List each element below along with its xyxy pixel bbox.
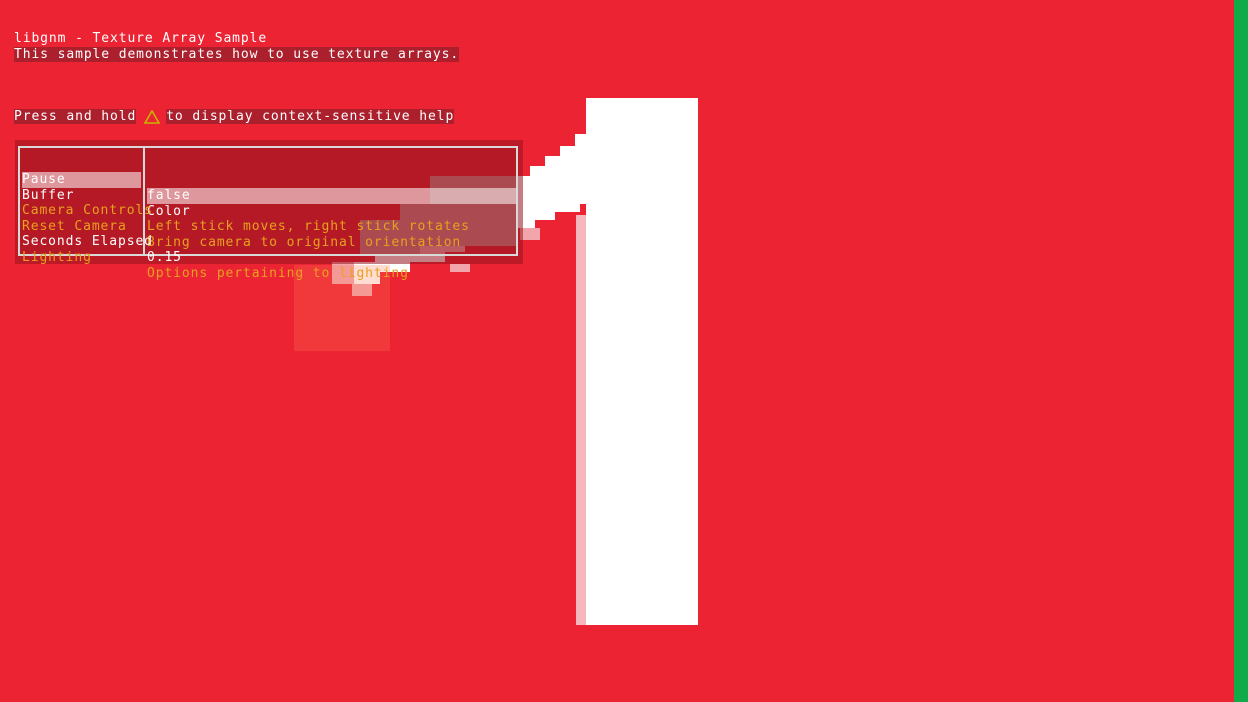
- menu-value: 0.15: [147, 250, 182, 265]
- triangle-icon: [144, 109, 161, 124]
- side-strip: [1234, 0, 1248, 702]
- help-hint: Press and hold to display context-sensit…: [14, 109, 455, 124]
- menu-row-pause[interactable]: Pause false: [22, 156, 516, 204]
- app-title-text: libgnm - Texture Array Sample: [14, 31, 268, 46]
- app-title: libgnm - Texture Array Sample: [14, 31, 267, 46]
- menu-row-reset-camera[interactable]: Reset Camera Bring camera to original or…: [22, 203, 516, 250]
- help-prefix: Press and hold: [14, 109, 137, 124]
- menu-row-seconds-elapsed[interactable]: Seconds Elapsed 0.15: [22, 218, 516, 265]
- texture-numeral: [332, 98, 698, 625]
- menu-row-buffer[interactable]: Buffer Color: [22, 172, 516, 219]
- app-description: This sample demonstrates how to use text…: [14, 47, 460, 62]
- help-suffix: to display context-sensitive help: [166, 109, 455, 124]
- app-description-text: This sample demonstrates how to use text…: [14, 47, 460, 62]
- menu-key: Lighting: [22, 250, 92, 265]
- menu-value: Options pertaining to lighting: [147, 266, 409, 281]
- menu-row-camera-controls[interactable]: Camera Controls Left stick moves, right …: [22, 187, 516, 234]
- menu-row-lighting[interactable]: Lighting Options pertaining to lighting: [22, 234, 516, 281]
